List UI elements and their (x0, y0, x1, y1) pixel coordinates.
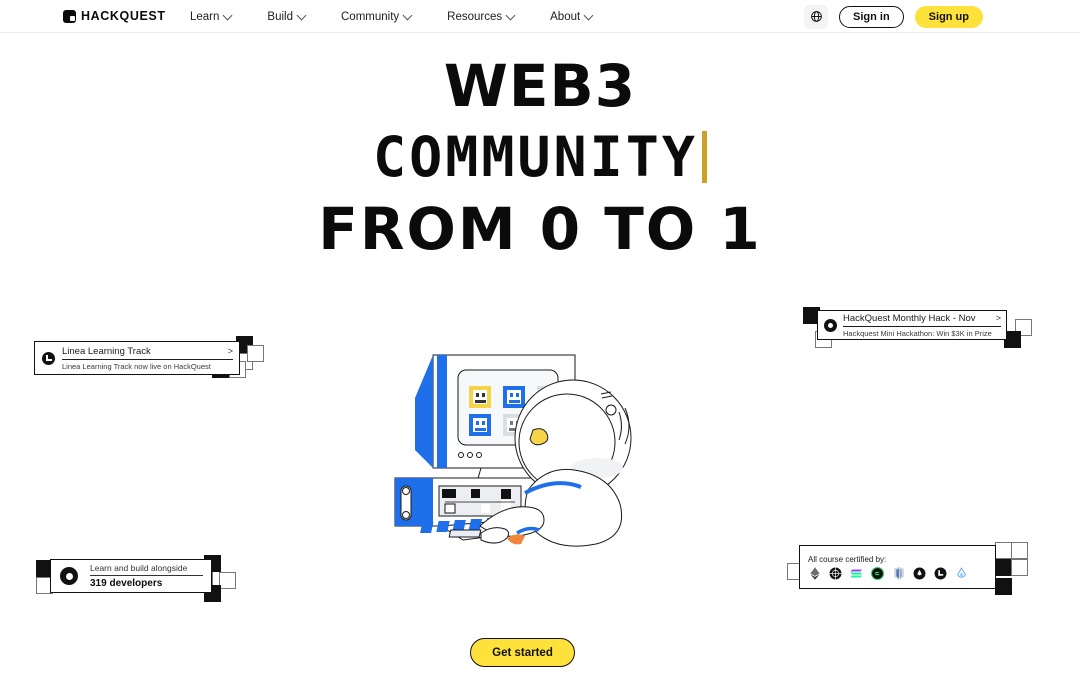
hackquest-logo-icon (63, 9, 76, 23)
main-nav: Learn Build Community Resources About (190, 0, 594, 33)
card-icon (824, 318, 837, 332)
headline-line-2: COMMUNITY (372, 125, 698, 189)
dark-globe-icon (829, 567, 842, 580)
chevron-down-icon (402, 10, 413, 20)
linea-icon (42, 351, 55, 365)
black-drop-icon (913, 567, 926, 580)
headline-line-1: WEB3 (443, 52, 637, 120)
card-subtitle: Linea Learning Track now live on HackQue… (62, 361, 211, 371)
card-certified-by: All course certified by: (799, 545, 996, 589)
logo-text: HACKQUEST (81, 9, 166, 23)
linea-icon (934, 567, 947, 580)
headline-line-3: FROM 0 TO 1 (318, 195, 762, 263)
divider (843, 325, 1001, 327)
get-started-button[interactable]: Get started (470, 638, 575, 667)
nav-item-about[interactable]: About (550, 10, 594, 23)
nav-item-resources[interactable]: Resources (447, 10, 516, 23)
card-title: Linea Learning Track (62, 345, 151, 357)
card-linea-learning-track[interactable]: Linea Learning Track > Linea Learning Tr… (34, 341, 240, 375)
nav-item-build[interactable]: Build (267, 10, 307, 23)
developers-count: 319 developers (90, 578, 163, 589)
card-icon (42, 351, 55, 365)
card-title: HackQuest Monthly Hack - Nov (843, 312, 976, 324)
logo[interactable]: HACKQUEST (63, 9, 166, 23)
card-developers-count[interactable]: Learn and build alongside 319 developers (50, 559, 212, 593)
nav-label: Learn (190, 10, 220, 23)
globe-icon (810, 11, 822, 22)
pixel-decor (1011, 559, 1028, 576)
chevron-right-icon: > (227, 346, 233, 356)
header-actions: Sign in Sign up (804, 0, 983, 33)
pixel-decor (995, 578, 1012, 595)
nav-item-learn[interactable]: Learn (190, 10, 233, 23)
hackquest-icon (60, 567, 78, 585)
pixel-decor (247, 345, 264, 362)
hero-illustration (385, 350, 660, 550)
chevron-down-icon (222, 10, 233, 20)
card-icon (60, 567, 78, 585)
sign-in-button[interactable]: Sign in (839, 5, 904, 28)
pixel-decor (995, 542, 1012, 559)
chevron-right-icon: > (995, 313, 1001, 323)
solana-icon (850, 567, 863, 580)
nav-label: Resources (447, 10, 503, 23)
divider (62, 358, 233, 360)
pixel-decor (995, 559, 1012, 576)
pixel-decor (219, 572, 236, 589)
nav-label: Community (341, 10, 400, 23)
chevron-down-icon (583, 10, 594, 20)
hero-headline: WEB3 COMMUNITY FROM 0 TO 1 (0, 52, 1080, 264)
chain-logo-list (808, 566, 968, 580)
landing-page: HACKQUEST Learn Build Community Resource… (0, 0, 1080, 682)
chevron-down-icon (296, 10, 307, 20)
language-switcher-button[interactable] (804, 4, 828, 29)
hackquest-icon (824, 318, 837, 332)
blue-drop-icon (955, 566, 968, 580)
nav-label: About (550, 10, 581, 23)
mantle-icon (892, 566, 905, 580)
card-subtitle: Hackquest Mini Hackathon: Win $3K in Pri… (843, 328, 992, 338)
green-circle-icon (871, 566, 884, 580)
astronaut-at-computer-illustration (394, 354, 632, 547)
pixel-decor (1011, 542, 1028, 559)
nav-label: Build (267, 10, 293, 23)
nav-item-community[interactable]: Community (341, 10, 413, 23)
chevron-down-icon (505, 10, 516, 20)
card-monthly-hack[interactable]: HackQuest Monthly Hack - Nov > Hackquest… (817, 310, 1007, 340)
sign-up-button[interactable]: Sign up (914, 5, 983, 28)
headline-line-2-wrapper: COMMUNITY (0, 120, 1080, 194)
card-title: Learn and build alongside (90, 563, 188, 573)
site-header: HACKQUEST Learn Build Community Resource… (0, 0, 1080, 33)
ethereum-icon (808, 566, 821, 580)
divider (90, 575, 203, 576)
typing-caret (702, 131, 707, 183)
certified-label: All course certified by: (808, 554, 887, 564)
